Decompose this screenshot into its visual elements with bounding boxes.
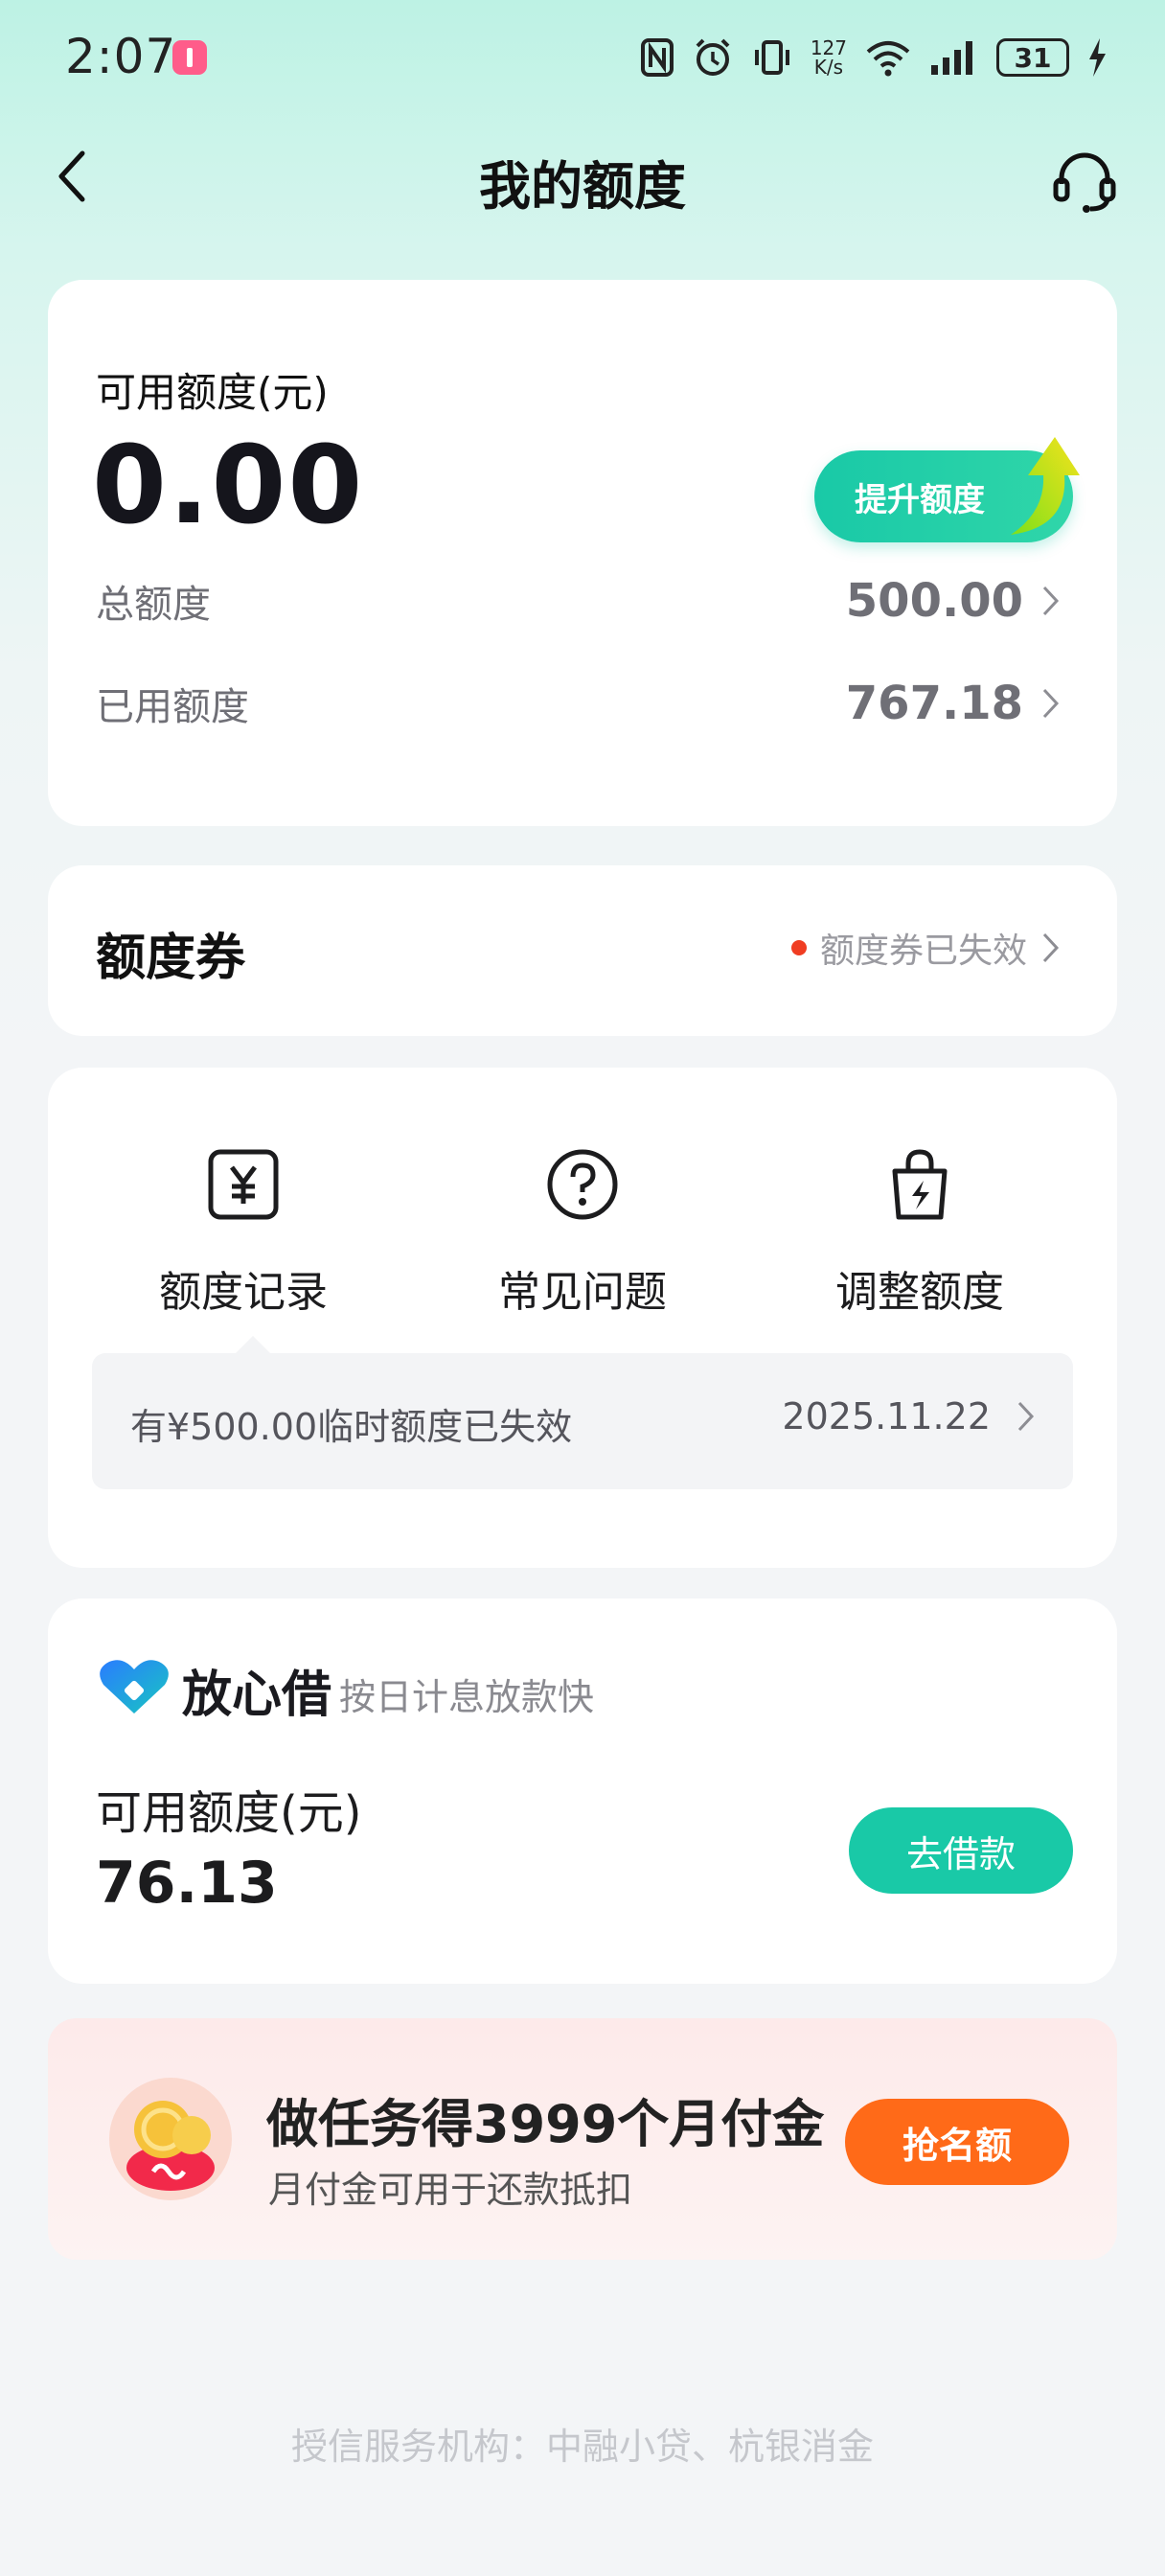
loan-available-label: 可用额度(元) [96, 1786, 362, 1840]
alarm-icon [696, 38, 730, 76]
vibrate-icon [754, 40, 789, 75]
coupon-title: 额度券 [96, 930, 246, 987]
notice-text: 有¥500.00临时额度已失效 [130, 1406, 573, 1448]
total-quota-label: 总额度 [96, 583, 211, 627]
yuan-record-icon [208, 1149, 279, 1220]
customer-service-button[interactable] [1050, 146, 1119, 215]
chevron-right-icon [1042, 932, 1060, 963]
promo-subtitle: 月付金可用于还款抵扣 [268, 2169, 633, 2211]
status-bar: 2:07 127 K/s 31 [0, 0, 1165, 115]
wifi-icon [866, 41, 910, 77]
expired-notice[interactable]: 有¥500.00临时额度已失效 2025.11.22 [92, 1353, 1073, 1489]
total-quota-value: 500.00 [845, 574, 1023, 628]
brand-name: 放心借 [182, 1667, 332, 1724]
credit-institution-footer: 授信服务机构：中融小贷、杭银消金 [290, 2426, 874, 2468]
chevron-right-icon [1042, 586, 1060, 616]
available-quota-label: 可用额度(元) [96, 369, 329, 416]
shortcut-label: 常见问题 [498, 1268, 667, 1317]
status-icons: 127 K/s 31 [640, 31, 1108, 84]
gold-coin-gift-icon [109, 2078, 232, 2200]
raise-quota-label: 提升额度 [855, 480, 985, 519]
shortcut-adjust-quota[interactable]: 调整额度 [776, 1144, 1063, 1319]
borrow-button[interactable]: 去借款 [849, 1807, 1073, 1894]
promo-banner[interactable]: 做任务得3999个月付金 月付金可用于还款抵扣 抢名额 [48, 2018, 1117, 2260]
used-quota-value: 767.18 [845, 677, 1023, 730]
chevron-right-icon [1042, 688, 1060, 719]
shortcuts-card: 额度记录 常见问题 调整额度 有¥500.00临时额度已失效 2025.11.2… [48, 1068, 1117, 1568]
coupon-status-group: 额度券已失效 [790, 923, 1062, 973]
loan-card: 放心借 按日计息放款快 可用额度(元) 76.13 去借款 [48, 1598, 1117, 1984]
alert-dot [790, 940, 807, 955]
battery-icon: 31 [996, 38, 1069, 77]
shortcut-faq[interactable]: 常见问题 [439, 1144, 726, 1319]
chevron-right-icon [1017, 1401, 1035, 1432]
coupon-status: 额度券已失效 [819, 932, 1027, 971]
status-time: 2:07 [65, 29, 177, 84]
quota-coupon-card[interactable]: 额度券 额度券已失效 [48, 865, 1117, 1036]
used-quota-row[interactable]: 已用额度 767.18 [96, 675, 1062, 732]
lightning-bag-icon [892, 1149, 948, 1220]
up-arrow-icon [1011, 437, 1080, 535]
net-speed-value: 127 [810, 36, 847, 59]
charging-icon [1089, 38, 1106, 77]
nav-bar: 我的额度 [0, 134, 1165, 220]
shortcut-label: 额度记录 [159, 1268, 328, 1317]
page-title: 我的额度 [479, 156, 686, 217]
net-speed-unit: K/s [813, 56, 844, 79]
loan-available-value: 76.13 [96, 1850, 278, 1917]
total-quota-row[interactable]: 总额度 500.00 [96, 572, 1062, 630]
notification-icon [172, 40, 207, 75]
net-speed: 127 K/s [811, 38, 847, 77]
used-quota-label: 已用额度 [96, 685, 249, 729]
quota-card: 可用额度(元) 0.00 提升额度 总额度 500.00 已用额度 767.18 [48, 280, 1117, 826]
signal-icon [931, 41, 972, 75]
brand-logo-icon [100, 1660, 169, 1714]
notice-pointer [236, 1336, 270, 1353]
shortcut-label: 调整额度 [835, 1268, 1004, 1317]
available-quota-value: 0.00 [92, 424, 365, 548]
brand-tagline: 按日计息放款快 [339, 1676, 595, 1718]
shortcut-quota-record[interactable]: 额度记录 [100, 1144, 387, 1319]
notice-date: 2025.11.22 [782, 1395, 991, 1438]
promo-title: 做任务得3999个月付金 [266, 2094, 825, 2154]
claim-spot-button[interactable]: 抢名额 [845, 2099, 1069, 2185]
question-icon [547, 1149, 618, 1220]
nfc-icon [640, 38, 674, 77]
notice-date-group: 2025.11.22 [782, 1395, 1037, 1438]
